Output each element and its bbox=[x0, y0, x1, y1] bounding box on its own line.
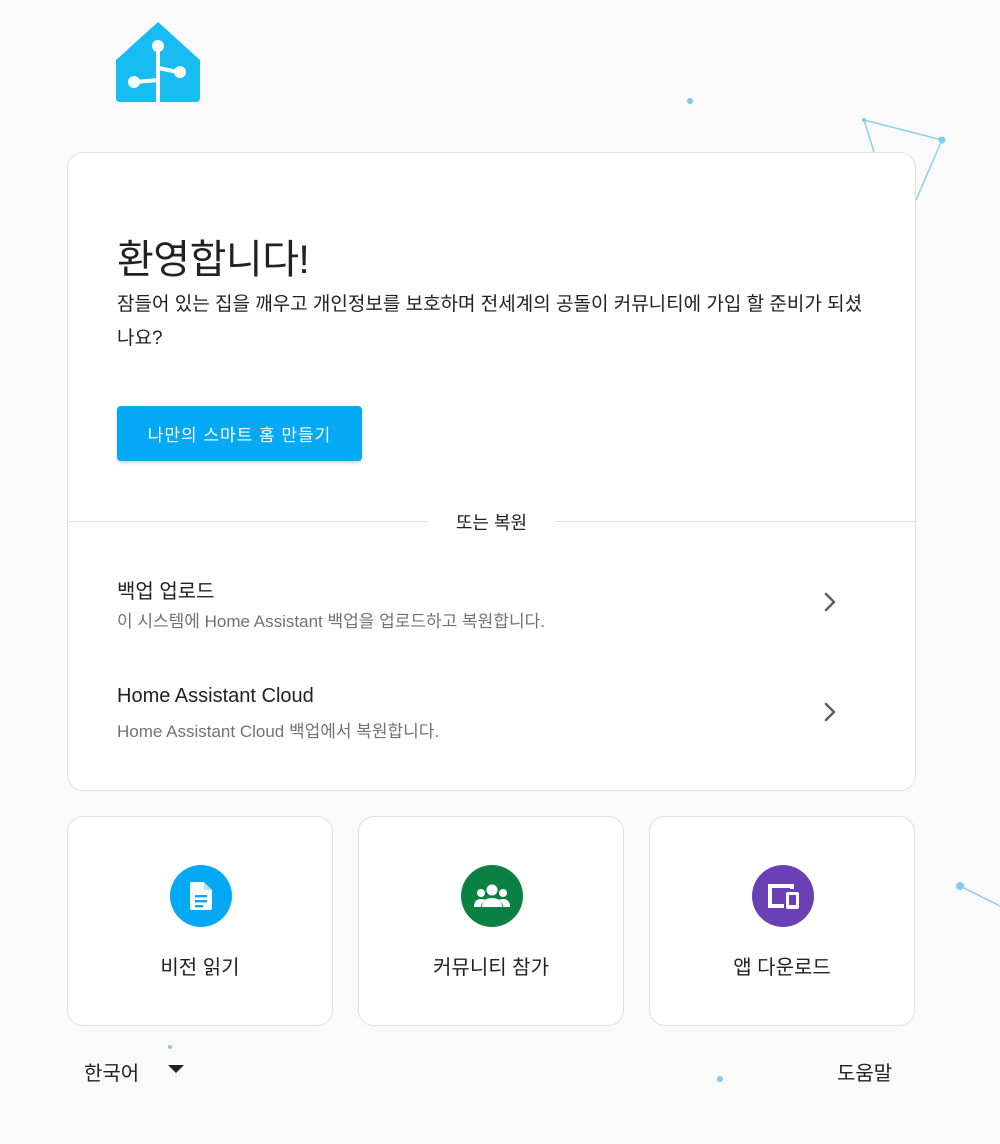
home-assistant-logo bbox=[116, 22, 200, 104]
welcome-card: 환영합니다! 잠들어 있는 집을 깨우고 개인정보를 보호하며 전세계의 공돌이… bbox=[67, 152, 917, 791]
document-icon bbox=[170, 865, 232, 927]
read-vision-label: 비전 읽기 bbox=[160, 957, 240, 979]
chevron-right-icon bbox=[824, 592, 836, 612]
divider-left bbox=[68, 521, 428, 522]
download-app-label: 앱 다운로드 bbox=[733, 957, 831, 979]
chevron-right-icon bbox=[824, 702, 836, 722]
divider-right bbox=[555, 521, 917, 522]
upload-backup-title: 백업 업로드 bbox=[117, 581, 215, 603]
join-community-tile[interactable]: 커뮤니티 참가 bbox=[358, 816, 624, 1026]
people-group-icon bbox=[461, 865, 523, 927]
upload-backup-subtitle: 이 시스템에 Home Assistant 백업을 업로드하고 복원합니다. bbox=[117, 612, 545, 631]
welcome-description: 잠들어 있는 집을 깨우고 개인정보를 보호하며 전세계의 공돌이 커뮤니티에 … bbox=[117, 294, 863, 349]
create-smart-home-button[interactable]: 나만의 스마트 홈 만들기 bbox=[117, 406, 362, 461]
language-label: 한국어 bbox=[84, 1063, 140, 1085]
devices-icon bbox=[752, 865, 814, 927]
cloud-restore-subtitle: Home Assistant Cloud 백업에서 복원합니다. bbox=[117, 722, 440, 741]
upload-backup-item[interactable]: 백업 업로드 이 시스템에 Home Assistant 백업을 업로드하고 복… bbox=[68, 563, 917, 663]
help-link[interactable]: 도움말 bbox=[822, 1048, 906, 1092]
caret-down-icon bbox=[168, 1065, 184, 1073]
join-community-label: 커뮤니티 참가 bbox=[433, 957, 549, 979]
cloud-restore-item[interactable]: Home Assistant Cloud Home Assistant Clou… bbox=[68, 673, 917, 773]
download-app-tile[interactable]: 앱 다운로드 bbox=[649, 816, 915, 1026]
language-select[interactable]: 한국어 bbox=[70, 1048, 200, 1092]
help-label: 도움말 bbox=[837, 1063, 893, 1085]
cloud-restore-title: Home Assistant Cloud bbox=[117, 685, 314, 707]
read-vision-tile[interactable]: 비전 읽기 bbox=[67, 816, 333, 1026]
welcome-title: 환영합니다! bbox=[117, 238, 310, 282]
restore-divider-label: 또는 복원 bbox=[455, 513, 528, 533]
